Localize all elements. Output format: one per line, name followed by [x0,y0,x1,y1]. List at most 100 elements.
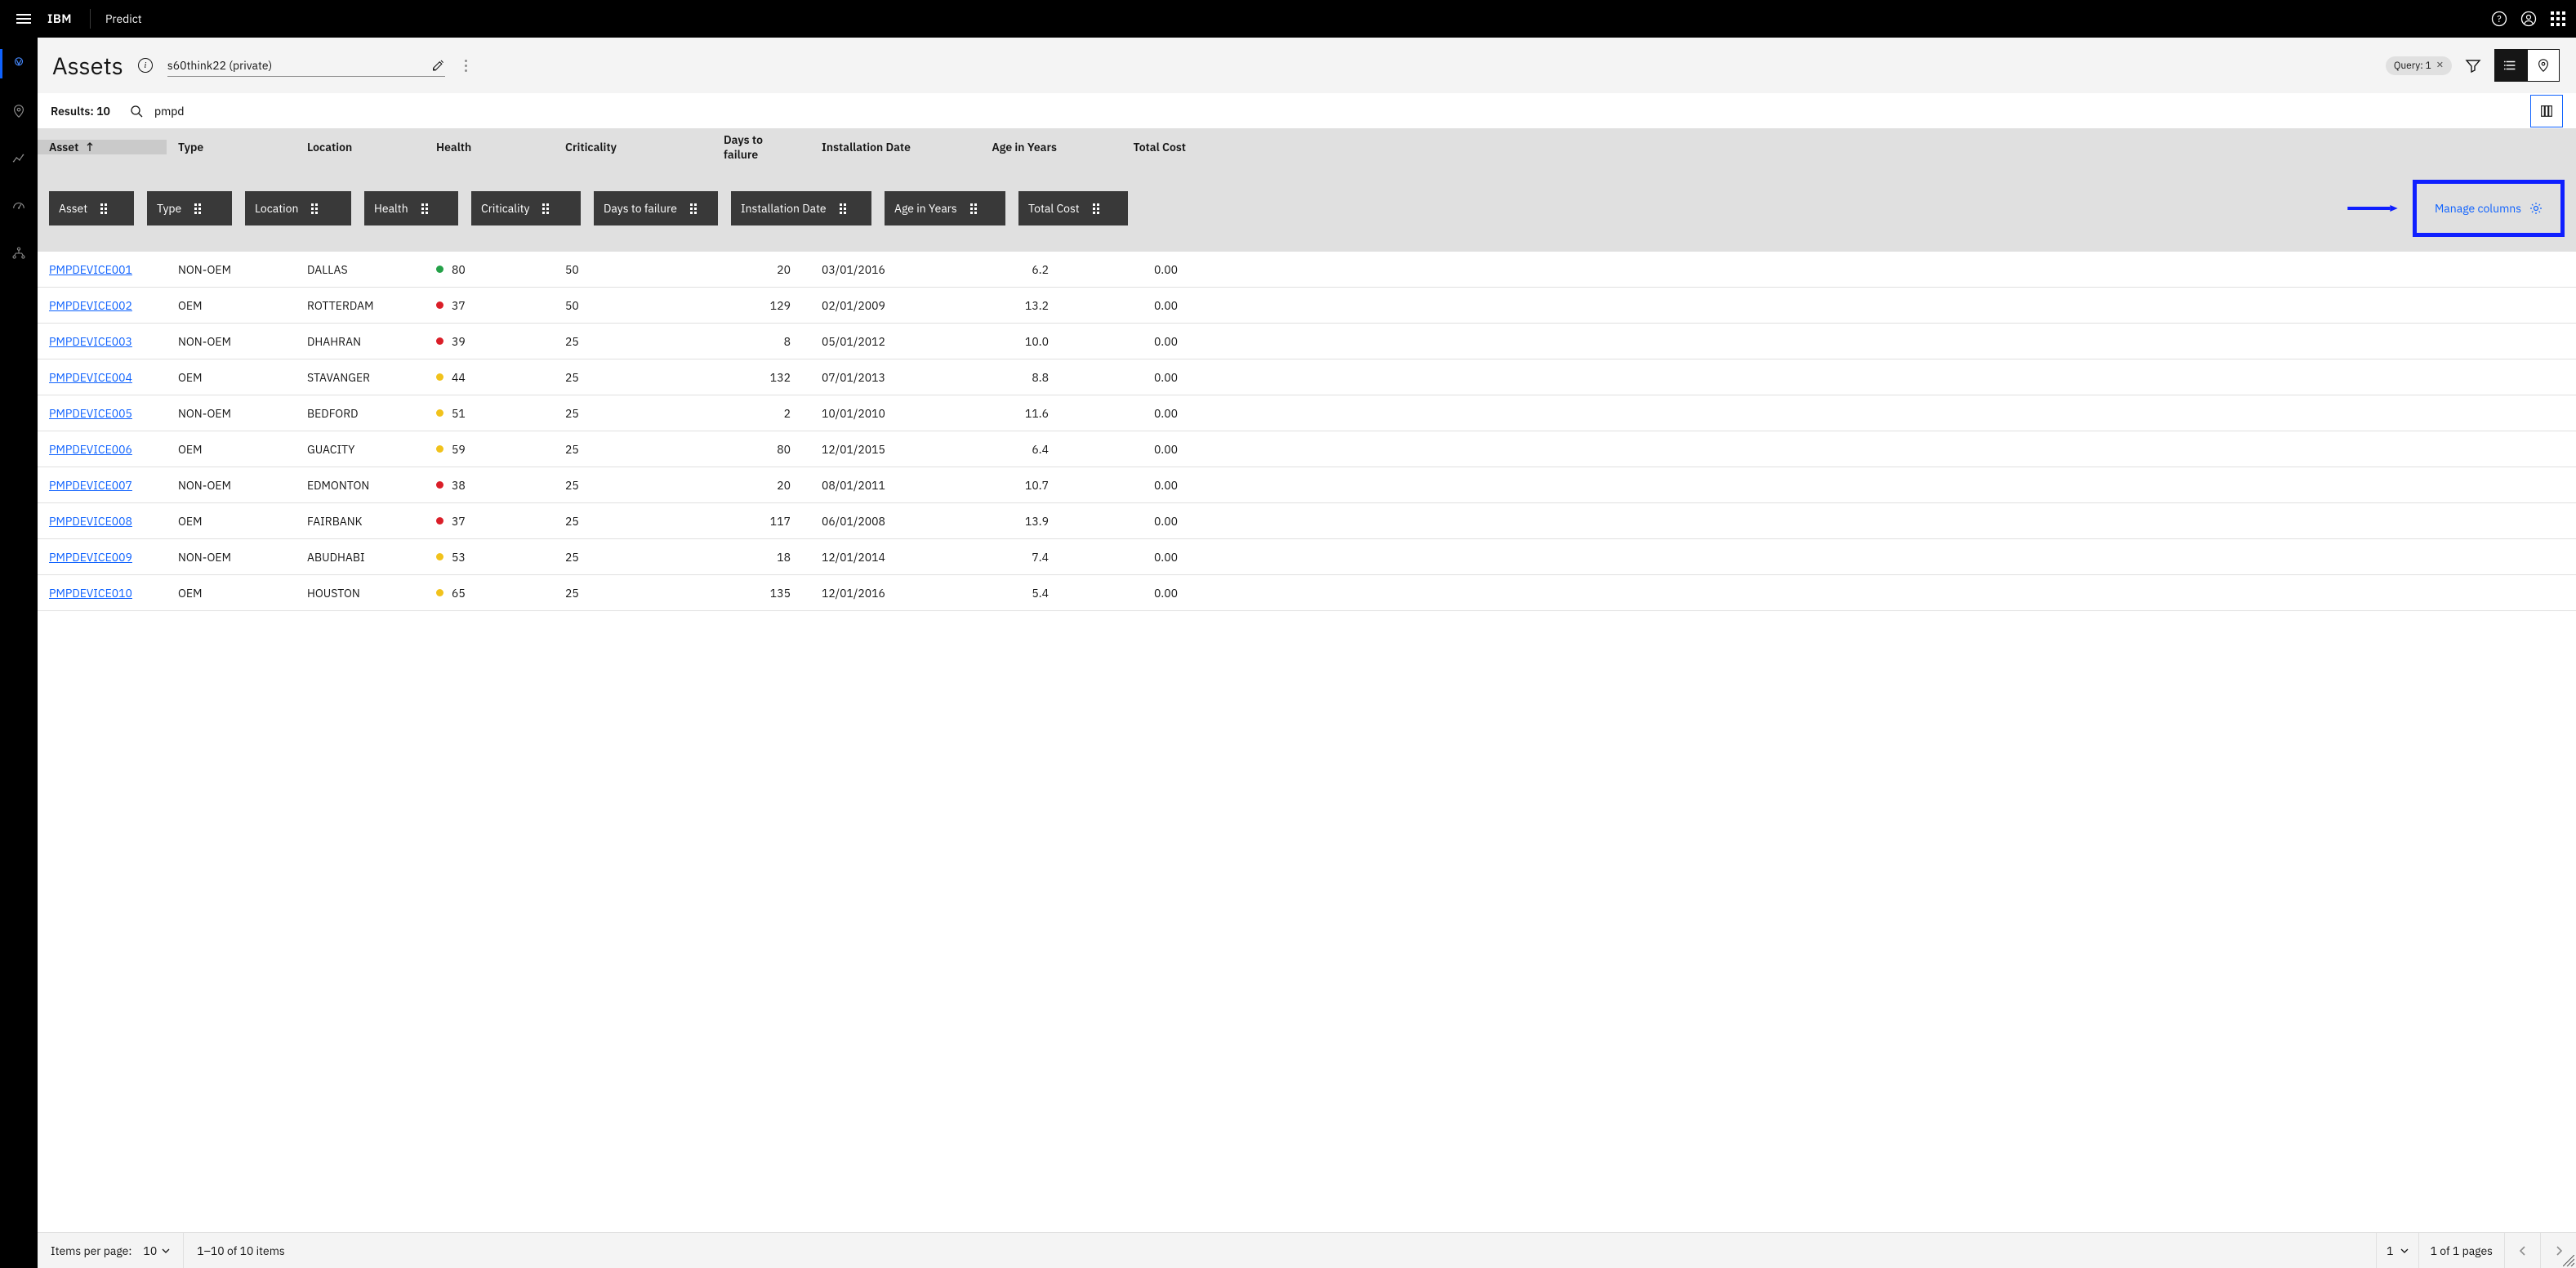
per-page-select[interactable]: 10 [143,1243,170,1258]
cell-location: ROTTERDAM [296,298,425,313]
manage-columns-highlight: Manage columns [2413,180,2565,237]
col-header-age[interactable]: Age in Years [939,140,1068,154]
asset-link[interactable]: PMPDEVICE004 [38,370,167,385]
col-header-asset[interactable]: Asset [38,140,167,154]
search-input[interactable] [154,104,2530,118]
cell-install: 06/01/2008 [810,514,939,529]
drag-handle-icon[interactable] [194,203,201,214]
table-row: PMPDEVICE010OEMHOUSTON652513512/01/20165… [38,575,2576,611]
nav-analytics[interactable] [0,144,38,173]
cell-cost: 0.00 [1068,442,1197,457]
assets-table: Asset Type Location Health Criticality D… [38,129,2576,1232]
drag-handle-icon[interactable] [421,203,428,214]
drag-handle-icon[interactable] [690,203,697,214]
cell-days: 117 [712,514,810,529]
drag-handle-icon[interactable] [840,203,846,214]
health-dot-icon [436,517,443,525]
asset-link[interactable]: PMPDEVICE007 [38,478,167,493]
asset-link[interactable]: PMPDEVICE005 [38,406,167,421]
column-chip[interactable]: Age in Years [885,191,1005,225]
cell-type: OEM [167,514,296,529]
annotation-arrow-icon [2335,205,2410,212]
cell-cost: 0.00 [1068,334,1197,349]
resize-handle-icon[interactable] [2563,1255,2574,1266]
list-view-button[interactable] [2494,49,2527,82]
map-view-button[interactable] [2527,49,2560,82]
cell-type: OEM [167,586,296,601]
page-select[interactable]: 1 [2376,1233,2418,1268]
column-chip[interactable]: Asset [49,191,134,225]
nav-dashboard[interactable] [0,191,38,221]
nav-locations[interactable] [0,96,38,126]
column-chip[interactable]: Criticality [471,191,581,225]
cell-criticality: 25 [554,586,712,601]
results-bar: Results: 10 [38,93,2576,129]
query-count-badge[interactable]: Query: 1 ✕ [2386,56,2452,75]
cell-health: 37 [425,298,554,313]
drag-handle-icon[interactable] [542,203,549,214]
asset-link[interactable]: PMPDEVICE010 [38,586,167,601]
nav-assets[interactable] [0,49,38,78]
asset-link[interactable]: PMPDEVICE002 [38,298,167,313]
cell-type: OEM [167,442,296,457]
cell-cost: 0.00 [1068,406,1197,421]
cell-age: 11.6 [939,406,1068,421]
asset-link[interactable]: PMPDEVICE009 [38,550,167,565]
cell-health: 65 [425,586,554,601]
info-icon[interactable]: i [138,58,153,73]
col-header-health[interactable]: Health [425,140,554,154]
cell-location: HOUSTON [296,586,425,601]
health-dot-icon [436,445,443,453]
col-header-cost[interactable]: Total Cost [1068,140,1197,154]
column-chip[interactable]: Location [245,191,351,225]
column-chip[interactable]: Total Cost [1018,191,1128,225]
col-header-type[interactable]: Type [167,140,296,154]
gear-icon [2529,202,2543,215]
column-chip[interactable]: Health [364,191,458,225]
cell-health: 44 [425,370,554,385]
column-chip[interactable]: Days to failure [594,191,718,225]
column-settings-button[interactable] [2530,95,2563,127]
cell-type: OEM [167,370,296,385]
filter-icon[interactable] [2465,57,2481,74]
manage-columns-button[interactable]: Manage columns [2435,201,2543,216]
cell-age: 13.2 [939,298,1068,313]
divider [90,9,91,29]
per-page-label: Items per page: [51,1243,131,1258]
drag-handle-icon[interactable] [1093,203,1099,214]
search-icon[interactable] [130,105,143,118]
col-header-days[interactable]: Days to failure [712,132,810,162]
drag-handle-icon[interactable] [970,203,977,214]
cell-age: 7.4 [939,550,1068,565]
app-launcher-icon[interactable] [2550,11,2566,27]
close-icon[interactable]: ✕ [2436,60,2444,71]
column-chip[interactable]: Installation Date [731,191,871,225]
cell-location: ABUDHABI [296,550,425,565]
prev-page-button[interactable] [2504,1233,2540,1268]
help-icon[interactable]: ? [2491,11,2507,27]
asset-link[interactable]: PMPDEVICE003 [38,334,167,349]
drag-handle-icon[interactable] [311,203,318,214]
cell-days: 18 [712,550,810,565]
left-rail [0,38,38,1268]
edit-icon[interactable] [431,58,445,73]
drag-handle-icon[interactable] [100,203,107,214]
menu-icon[interactable] [10,7,38,30]
col-header-install[interactable]: Installation Date [810,140,939,154]
cell-type: NON-OEM [167,334,296,349]
col-header-location[interactable]: Location [296,140,425,154]
cell-criticality: 25 [554,406,712,421]
col-header-criticality[interactable]: Criticality [554,140,712,154]
asset-link[interactable]: PMPDEVICE008 [38,514,167,529]
column-chip[interactable]: Type [147,191,232,225]
table-row: PMPDEVICE006OEMGUACITY59258012/01/20156.… [38,431,2576,467]
user-icon[interactable] [2520,11,2537,27]
asset-link[interactable]: PMPDEVICE006 [38,442,167,457]
cell-location: FAIRBANK [296,514,425,529]
overflow-menu-icon[interactable] [460,55,472,77]
page-header: Assets i Query: 1 ✕ [38,38,2576,93]
cell-criticality: 25 [554,550,712,565]
nav-hierarchy[interactable] [0,239,38,268]
asset-link[interactable]: PMPDEVICE001 [38,262,167,277]
query-input[interactable] [167,58,431,73]
